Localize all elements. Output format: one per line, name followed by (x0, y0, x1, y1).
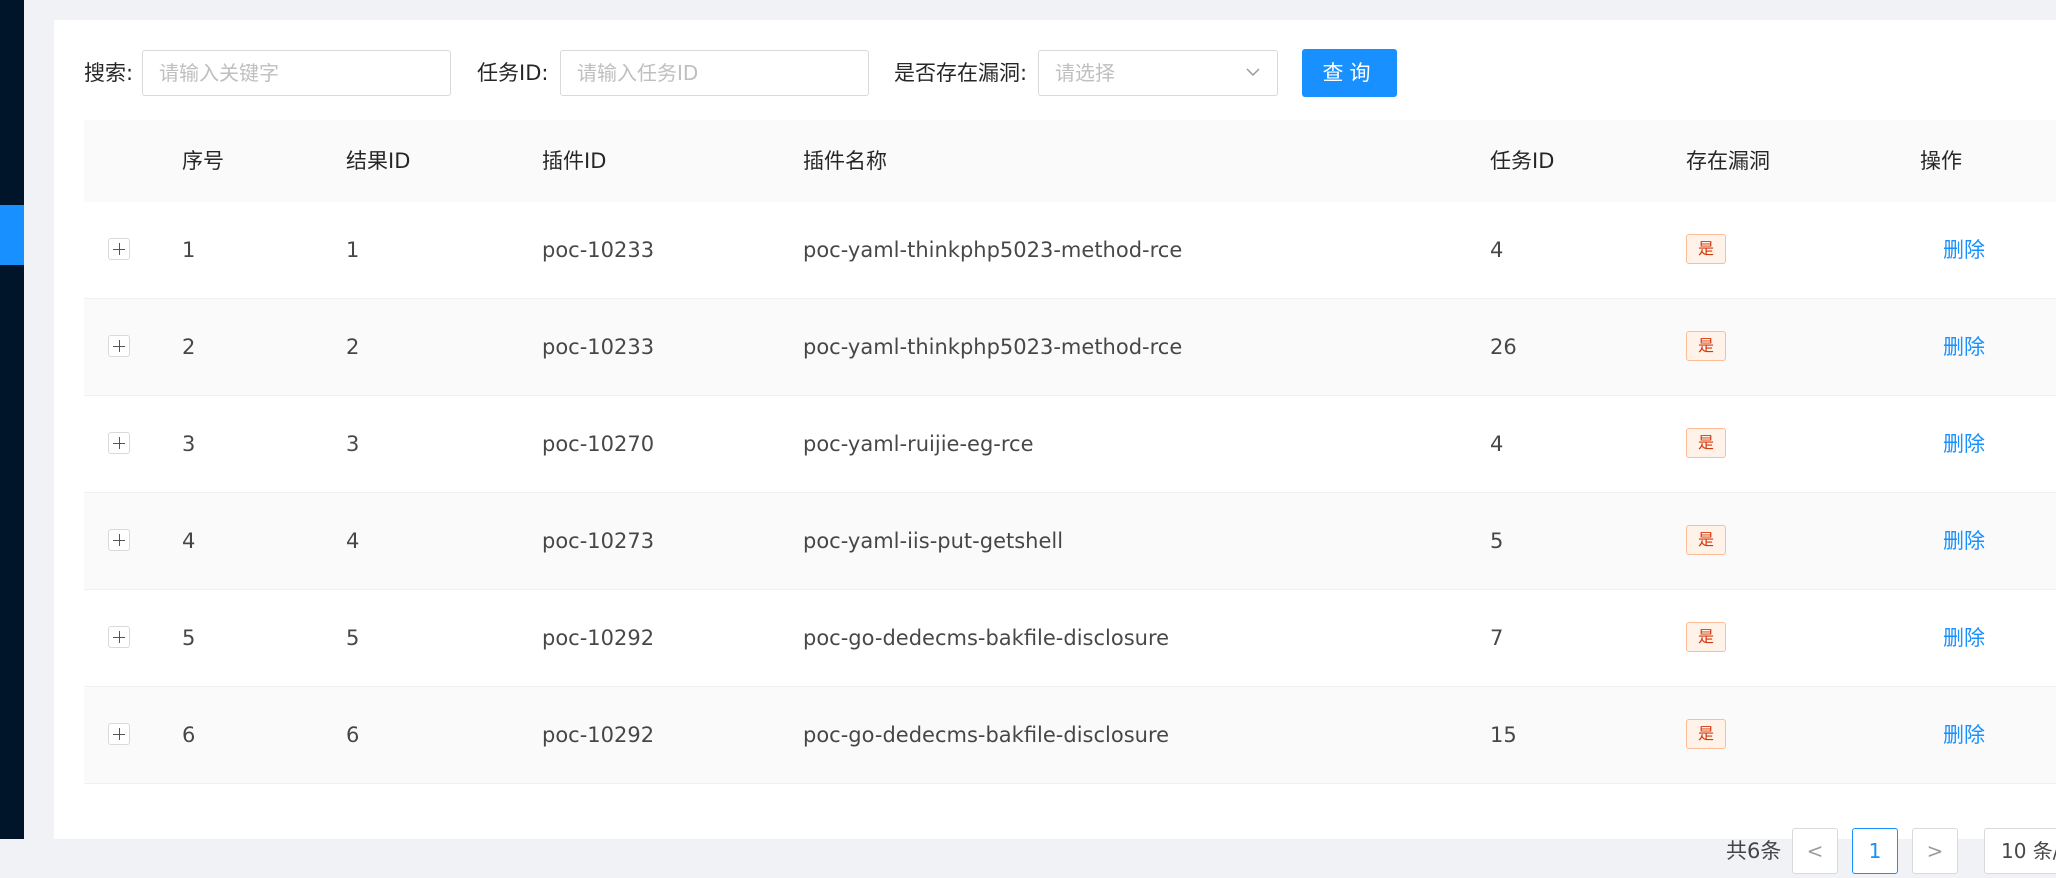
delete-button[interactable]: 删除 (1943, 396, 1985, 492)
expand-row-icon[interactable] (108, 335, 130, 357)
delete-button[interactable]: 删除 (1943, 590, 1985, 686)
next-page-button[interactable]: > (1912, 828, 1958, 874)
col-action: 操作 (1920, 149, 1962, 173)
table-row: 3 3 poc-10270 poc-yaml-ruijie-eg-rce 4 是 删除 (84, 396, 2056, 493)
table-row: 1 1 poc-10233 poc-yaml-thinkphp5023-method-… (84, 202, 2056, 299)
delete-button[interactable]: 删除 (1943, 299, 1985, 395)
cell-index: 5 (182, 626, 196, 650)
col-index: 序号 (182, 149, 224, 173)
cell-result-id: 5 (346, 626, 360, 650)
main-content: 搜索: 任务ID: 是否存在漏洞: 请选择 查询 序号 结果ID 插件ID 插件… (54, 20, 2056, 874)
col-result-id: 结果ID (346, 149, 411, 173)
chevron-down-icon (1245, 51, 1261, 112)
table-row: 4 4 poc-10273 poc-yaml-iis-put-getshell 5 是 删除 (84, 493, 2056, 590)
table-header: 序号 结果ID 插件ID 插件名称 任务ID 存在漏洞 操作 (84, 120, 2056, 203)
cell-plugin-id: poc-10270 (542, 432, 655, 456)
cell-result-id: 3 (346, 432, 360, 456)
vuln-label: 是否存在漏洞: (894, 61, 1028, 85)
expand-row-icon[interactable] (108, 238, 130, 260)
delete-button[interactable]: 删除 (1943, 687, 1985, 783)
cell-task-id: 4 (1490, 432, 1504, 456)
vuln-tag: 是 (1686, 234, 1726, 264)
keyword-input[interactable] (142, 50, 451, 96)
table-row: 6 6 poc-10292 poc-go-dedecms-bakfile-disclo… (84, 687, 2056, 784)
keyword-label: 搜索: (84, 61, 134, 85)
sidebar (0, 0, 24, 839)
page-1-button[interactable]: 1 (1852, 828, 1898, 874)
cell-index: 6 (182, 723, 196, 747)
cell-plugin-id: poc-10292 (542, 626, 655, 650)
cell-plugin-name: poc-yaml-thinkphp5023-method-rce (803, 335, 1183, 359)
sidebar-active-indicator[interactable] (0, 205, 24, 265)
cell-index: 2 (182, 335, 196, 359)
page-size-select[interactable]: 10 条/页 (1984, 828, 2056, 874)
vuln-tag: 是 (1686, 331, 1726, 361)
vuln-select[interactable]: 请选择 (1038, 50, 1278, 96)
prev-page-button[interactable]: < (1792, 828, 1838, 874)
cell-plugin-name: poc-yaml-ruijie-eg-rce (803, 432, 1034, 456)
expand-row-icon[interactable] (108, 432, 130, 454)
table-row: 5 5 poc-10292 poc-go-dedecms-bakfile-disclo… (84, 590, 2056, 687)
vuln-tag: 是 (1686, 719, 1726, 749)
vuln-tag: 是 (1686, 622, 1726, 652)
cell-task-id: 15 (1490, 723, 1517, 747)
cell-result-id: 1 (346, 238, 360, 262)
cell-plugin-name: poc-yaml-thinkphp5023-method-rce (803, 238, 1183, 262)
col-task-id: 任务ID (1490, 149, 1555, 173)
vuln-select-placeholder: 请选择 (1055, 61, 1115, 85)
table-row: 2 2 poc-10233 poc-yaml-thinkphp5023-method-… (84, 299, 2056, 396)
task-id-label: 任务ID: (477, 61, 549, 85)
cell-plugin-id: poc-10292 (542, 723, 655, 747)
expand-row-icon[interactable] (108, 723, 130, 745)
cell-task-id: 5 (1490, 529, 1504, 553)
cell-task-id: 26 (1490, 335, 1517, 359)
cell-plugin-id: poc-10273 (542, 529, 655, 553)
col-plugin-id: 插件ID (542, 149, 607, 173)
delete-button[interactable]: 删除 (1943, 202, 1985, 298)
cell-result-id: 2 (346, 335, 360, 359)
col-plugin-name: 插件名称 (803, 149, 887, 173)
cell-result-id: 6 (346, 723, 360, 747)
expand-row-icon[interactable] (108, 626, 130, 648)
query-button[interactable]: 查询 (1302, 49, 1397, 97)
cell-result-id: 4 (346, 529, 360, 553)
col-vuln: 存在漏洞 (1686, 149, 1770, 173)
cell-index: 1 (182, 238, 196, 262)
cell-task-id: 4 (1490, 238, 1504, 262)
cell-index: 4 (182, 529, 196, 553)
cell-plugin-name: poc-yaml-iis-put-getshell (803, 529, 1064, 553)
cell-plugin-id: poc-10233 (542, 238, 655, 262)
cell-plugin-id: poc-10233 (542, 335, 655, 359)
cell-plugin-name: poc-go-dedecms-bakfile-disclosure (803, 626, 1170, 650)
vuln-tag: 是 (1686, 525, 1726, 555)
cell-index: 3 (182, 432, 196, 456)
task-id-input[interactable] (560, 50, 869, 96)
vuln-tag: 是 (1686, 428, 1726, 458)
pagination-total: 共6条 (1726, 839, 1782, 863)
cell-plugin-name: poc-go-dedecms-bakfile-disclosure (803, 723, 1170, 747)
cell-task-id: 7 (1490, 626, 1504, 650)
expand-row-icon[interactable] (108, 529, 130, 551)
delete-button[interactable]: 删除 (1943, 493, 1985, 589)
